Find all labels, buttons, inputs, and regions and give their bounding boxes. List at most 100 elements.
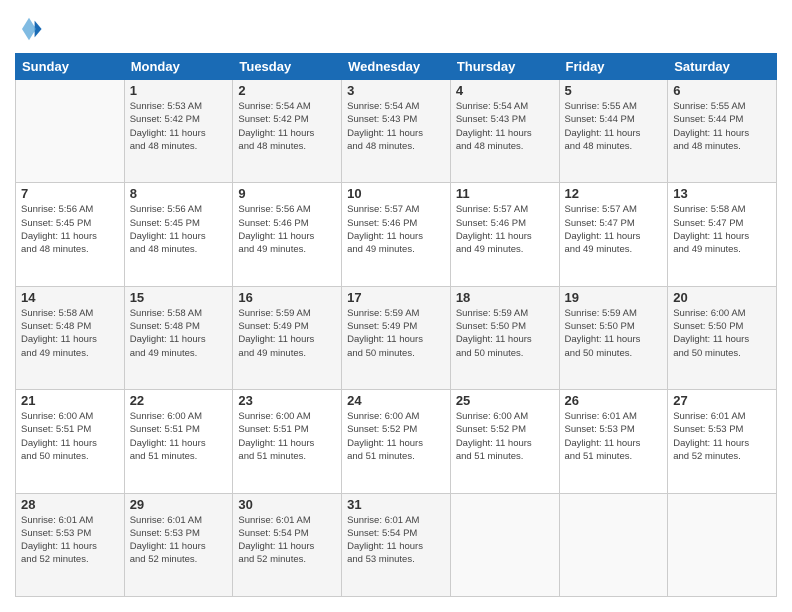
day-number: 11 (456, 186, 554, 201)
week-row-1: 1 Sunrise: 5:53 AMSunset: 5:42 PMDaylight… (16, 80, 777, 183)
day-cell: 5 Sunrise: 5:55 AMSunset: 5:44 PMDaylight… (559, 80, 668, 183)
day-cell: 31 Sunrise: 6:01 AMSunset: 5:54 PMDayligh… (342, 493, 451, 596)
day-cell: 12 Sunrise: 5:57 AMSunset: 5:47 PMDayligh… (559, 183, 668, 286)
day-info: Sunrise: 6:00 AMSunset: 5:51 PMDaylight:… (21, 410, 119, 463)
header (15, 15, 777, 43)
day-info: Sunrise: 5:57 AMSunset: 5:46 PMDaylight:… (456, 203, 554, 256)
logo-icon (15, 15, 43, 43)
week-row-4: 21 Sunrise: 6:00 AMSunset: 5:51 PMDayligh… (16, 390, 777, 493)
day-info: Sunrise: 6:01 AMSunset: 5:53 PMDaylight:… (565, 410, 663, 463)
day-number: 6 (673, 83, 771, 98)
day-cell (559, 493, 668, 596)
day-info: Sunrise: 5:53 AMSunset: 5:42 PMDaylight:… (130, 100, 228, 153)
page: SundayMondayTuesdayWednesdayThursdayFrid… (0, 0, 792, 612)
day-cell (16, 80, 125, 183)
day-number: 16 (238, 290, 336, 305)
day-info: Sunrise: 6:01 AMSunset: 5:54 PMDaylight:… (347, 514, 445, 567)
day-number: 23 (238, 393, 336, 408)
day-cell (450, 493, 559, 596)
day-info: Sunrise: 6:00 AMSunset: 5:52 PMDaylight:… (347, 410, 445, 463)
day-cell: 17 Sunrise: 5:59 AMSunset: 5:49 PMDayligh… (342, 286, 451, 389)
day-number: 30 (238, 497, 336, 512)
day-info: Sunrise: 6:00 AMSunset: 5:51 PMDaylight:… (238, 410, 336, 463)
day-info: Sunrise: 5:59 AMSunset: 5:49 PMDaylight:… (347, 307, 445, 360)
day-info: Sunrise: 6:00 AMSunset: 5:50 PMDaylight:… (673, 307, 771, 360)
day-cell: 22 Sunrise: 6:00 AMSunset: 5:51 PMDayligh… (124, 390, 233, 493)
day-info: Sunrise: 5:57 AMSunset: 5:46 PMDaylight:… (347, 203, 445, 256)
day-cell: 19Sunrise: 5:59 AMSunset: 5:50 PMDayligh… (559, 286, 668, 389)
day-number: 9 (238, 186, 336, 201)
day-number: 8 (130, 186, 228, 201)
day-number: 14 (21, 290, 119, 305)
day-info: Sunrise: 5:56 AMSunset: 5:45 PMDaylight:… (21, 203, 119, 256)
logo (15, 15, 47, 43)
day-info: Sunrise: 5:55 AMSunset: 5:44 PMDaylight:… (565, 100, 663, 153)
day-info: Sunrise: 5:55 AMSunset: 5:44 PMDaylight:… (673, 100, 771, 153)
calendar-table: SundayMondayTuesdayWednesdayThursdayFrid… (15, 53, 777, 597)
day-number: 12 (565, 186, 663, 201)
day-cell: 20 Sunrise: 6:00 AMSunset: 5:50 PMDayligh… (668, 286, 777, 389)
col-header-saturday: Saturday (668, 54, 777, 80)
day-number: 29 (130, 497, 228, 512)
col-header-monday: Monday (124, 54, 233, 80)
day-info: Sunrise: 5:57 AMSunset: 5:47 PMDaylight:… (565, 203, 663, 256)
day-number: 24 (347, 393, 445, 408)
day-info: Sunrise: 6:01 AMSunset: 5:54 PMDaylight:… (238, 514, 336, 567)
day-cell: 13 Sunrise: 5:58 AMSunset: 5:47 PMDayligh… (668, 183, 777, 286)
col-header-sunday: Sunday (16, 54, 125, 80)
day-info: Sunrise: 6:00 AMSunset: 5:51 PMDaylight:… (130, 410, 228, 463)
day-cell: 28 Sunrise: 6:01 AMSunset: 5:53 PMDayligh… (16, 493, 125, 596)
day-cell: 15 Sunrise: 5:58 AMSunset: 5:48 PMDayligh… (124, 286, 233, 389)
day-cell: 1 Sunrise: 5:53 AMSunset: 5:42 PMDaylight… (124, 80, 233, 183)
day-info: Sunrise: 5:59 AMSunset: 5:50 PMDaylight:… (456, 307, 554, 360)
day-number: 7 (21, 186, 119, 201)
day-number: 4 (456, 83, 554, 98)
day-cell: 11 Sunrise: 5:57 AMSunset: 5:46 PMDayligh… (450, 183, 559, 286)
day-cell: 8Sunrise: 5:56 AMSunset: 5:45 PMDaylight… (124, 183, 233, 286)
day-number: 15 (130, 290, 228, 305)
week-row-2: 7 Sunrise: 5:56 AMSunset: 5:45 PMDaylight… (16, 183, 777, 286)
day-cell: 21 Sunrise: 6:00 AMSunset: 5:51 PMDayligh… (16, 390, 125, 493)
day-cell: 10 Sunrise: 5:57 AMSunset: 5:46 PMDayligh… (342, 183, 451, 286)
day-cell: 26Sunrise: 6:01 AMSunset: 5:53 PMDayligh… (559, 390, 668, 493)
day-info: Sunrise: 5:54 AMSunset: 5:43 PMDaylight:… (347, 100, 445, 153)
day-info: Sunrise: 6:01 AMSunset: 5:53 PMDaylight:… (21, 514, 119, 567)
day-info: Sunrise: 5:56 AMSunset: 5:46 PMDaylight:… (238, 203, 336, 256)
day-number: 22 (130, 393, 228, 408)
day-number: 2 (238, 83, 336, 98)
day-info: Sunrise: 6:01 AMSunset: 5:53 PMDaylight:… (673, 410, 771, 463)
day-cell: 27Sunrise: 6:01 AMSunset: 5:53 PMDayligh… (668, 390, 777, 493)
day-number: 1 (130, 83, 228, 98)
day-number: 31 (347, 497, 445, 512)
day-cell: 18 Sunrise: 5:59 AMSunset: 5:50 PMDayligh… (450, 286, 559, 389)
day-number: 21 (21, 393, 119, 408)
header-row: SundayMondayTuesdayWednesdayThursdayFrid… (16, 54, 777, 80)
day-info: Sunrise: 5:58 AMSunset: 5:47 PMDaylight:… (673, 203, 771, 256)
day-number: 25 (456, 393, 554, 408)
day-cell: 3 Sunrise: 5:54 AMSunset: 5:43 PMDaylight… (342, 80, 451, 183)
col-header-wednesday: Wednesday (342, 54, 451, 80)
week-row-5: 28 Sunrise: 6:01 AMSunset: 5:53 PMDayligh… (16, 493, 777, 596)
day-info: Sunrise: 5:58 AMSunset: 5:48 PMDaylight:… (21, 307, 119, 360)
day-number: 28 (21, 497, 119, 512)
col-header-tuesday: Tuesday (233, 54, 342, 80)
week-row-3: 14 Sunrise: 5:58 AMSunset: 5:48 PMDayligh… (16, 286, 777, 389)
day-cell: 24 Sunrise: 6:00 AMSunset: 5:52 PMDayligh… (342, 390, 451, 493)
day-info: Sunrise: 5:54 AMSunset: 5:42 PMDaylight:… (238, 100, 336, 153)
day-info: Sunrise: 6:01 AMSunset: 5:53 PMDaylight:… (130, 514, 228, 567)
day-cell: 25Sunrise: 6:00 AMSunset: 5:52 PMDayligh… (450, 390, 559, 493)
day-info: Sunrise: 5:58 AMSunset: 5:48 PMDaylight:… (130, 307, 228, 360)
day-number: 3 (347, 83, 445, 98)
day-number: 18 (456, 290, 554, 305)
day-cell: 14 Sunrise: 5:58 AMSunset: 5:48 PMDayligh… (16, 286, 125, 389)
day-cell (668, 493, 777, 596)
day-number: 20 (673, 290, 771, 305)
day-number: 17 (347, 290, 445, 305)
day-cell: 23 Sunrise: 6:00 AMSunset: 5:51 PMDayligh… (233, 390, 342, 493)
day-cell: 9 Sunrise: 5:56 AMSunset: 5:46 PMDaylight… (233, 183, 342, 286)
day-number: 5 (565, 83, 663, 98)
day-number: 13 (673, 186, 771, 201)
day-info: Sunrise: 5:54 AMSunset: 5:43 PMDaylight:… (456, 100, 554, 153)
day-number: 10 (347, 186, 445, 201)
day-cell: 29 Sunrise: 6:01 AMSunset: 5:53 PMDayligh… (124, 493, 233, 596)
